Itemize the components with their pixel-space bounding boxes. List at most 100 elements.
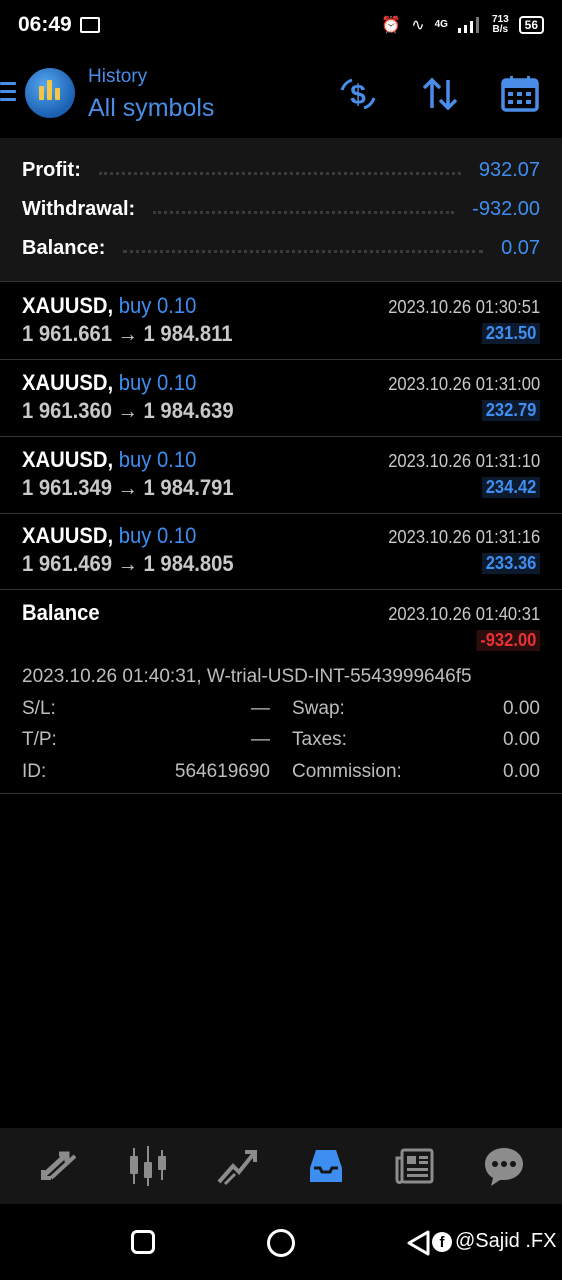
id-value: 564619690	[174, 761, 270, 782]
watermark-text: @Sajid .FX	[455, 1230, 557, 1252]
profit-label: Profit:	[22, 158, 81, 181]
header-title[interactable]: All symbols	[88, 94, 214, 123]
trade-row[interactable]: XAUUSD, buy 0.10 1 961.349 → 1 984.791 2…	[0, 437, 562, 514]
open-price: 1 961.349	[22, 475, 113, 500]
trade-symbol: XAUUSD, buy 0.10	[22, 293, 196, 319]
status-bar: 06:49 ⏰ ∿ 4G 713 B/s 56	[0, 0, 562, 50]
withdrawal-row: Withdrawal: -932.00	[22, 194, 540, 224]
bottom-navigation	[0, 1128, 562, 1204]
trade-row[interactable]: XAUUSD, buy 0.10 1 961.360 → 1 984.639 2…	[0, 360, 562, 437]
svg-text:$: $	[350, 79, 366, 110]
symbol-name: XAUUSD,	[22, 293, 114, 318]
detail-row: S/L: — Swap: 0.00	[22, 698, 540, 724]
balance-amount: -932.00	[476, 630, 540, 651]
detail-row: T/P: — Taxes: 0.00	[22, 729, 540, 755]
facebook-icon: f	[432, 1231, 452, 1252]
balance-value: 0.07	[501, 236, 540, 259]
app-logo[interactable]	[25, 68, 75, 118]
chart-candles-icon	[129, 1146, 166, 1186]
withdrawal-label: Withdrawal:	[22, 197, 136, 220]
open-price: 1 961.469	[22, 551, 113, 576]
detail-row: ID: 564619690 Commission: 0.00	[22, 761, 540, 787]
nav-chart[interactable]	[126, 1144, 170, 1188]
commission-value: 0.00	[503, 761, 540, 782]
dotted-leader	[98, 171, 461, 175]
quotes-arrows-icon	[40, 1151, 76, 1180]
trade-side-volume: buy 0.10	[118, 293, 197, 318]
trade-symbol: XAUUSD, buy 0.10	[22, 447, 196, 473]
swap-value: 0.00	[503, 698, 540, 719]
trade-side-volume: buy 0.10	[118, 523, 197, 548]
trade-prices: 1 961.349 → 1 984.791	[22, 475, 234, 501]
tp-value: —	[251, 729, 270, 750]
taxes-label: Taxes:	[292, 729, 347, 750]
app-header: History All symbols $	[0, 50, 562, 138]
nav-news[interactable]	[393, 1144, 437, 1188]
trade-side-volume: buy 0.10	[118, 370, 197, 395]
balance-label: Balance:	[22, 236, 106, 259]
balance-time: 2023.10.26 01:40:31	[388, 604, 540, 624]
nav-trade[interactable]	[215, 1144, 259, 1188]
recent-apps-button[interactable]	[131, 1230, 155, 1254]
trade-time: 2023.10.26 01:31:10	[388, 451, 540, 471]
trade-profit: 231.50	[481, 323, 540, 344]
sl-value: —	[251, 698, 270, 719]
price-arrow: →	[117, 321, 138, 346]
trade-prices: 1 961.661 → 1 984.811	[22, 321, 232, 347]
status-icons: ⏰ ∿ 4G 713 B/s 56	[381, 15, 544, 35]
sort-icon[interactable]	[418, 72, 462, 116]
watermark: f @Sajid .FX	[432, 1230, 556, 1253]
symbol-name: XAUUSD,	[22, 370, 114, 395]
profit-row: Profit: 932.07	[22, 155, 540, 185]
deposit-currency-icon[interactable]: $	[336, 72, 380, 116]
swap-label: Swap:	[292, 698, 345, 719]
news-icon	[395, 1148, 433, 1184]
commission-label: Commission:	[292, 761, 402, 782]
system-navigation-bar: f @Sajid .FX	[0, 1204, 562, 1280]
trade-time: 2023.10.26 01:30:51	[388, 297, 540, 317]
symbol-name: XAUUSD,	[22, 447, 114, 472]
trade-time: 2023.10.26 01:31:00	[388, 374, 540, 394]
activity-icon: ∿	[411, 17, 425, 34]
trade-row[interactable]: XAUUSD, buy 0.10 1 961.661 → 1 984.811 2…	[0, 283, 562, 360]
nav-quotes[interactable]	[37, 1144, 81, 1188]
close-price: 1 984.639	[143, 398, 234, 423]
back-icon[interactable]	[406, 1230, 430, 1256]
trade-profit: 232.79	[481, 400, 540, 421]
price-arrow: →	[117, 398, 138, 423]
trade-profit: 234.42	[481, 477, 540, 498]
balance-comment: 2023.10.26 01:40:31, W-trial-USD-INT-554…	[22, 666, 472, 687]
trade-side-volume: buy 0.10	[118, 447, 197, 472]
balance-title: Balance	[22, 600, 100, 625]
net-speed-unit: B/s	[492, 24, 509, 35]
menu-icon[interactable]	[0, 82, 16, 102]
trade-symbol: XAUUSD, buy 0.10	[22, 523, 196, 549]
withdrawal-value: -932.00	[472, 197, 540, 220]
dotted-leader	[123, 249, 484, 253]
battery-indicator: 56	[518, 16, 544, 34]
close-price: 1 984.805	[143, 551, 234, 576]
dotted-leader	[153, 210, 455, 214]
nav-messages[interactable]	[482, 1144, 526, 1188]
header-subtitle: History	[88, 66, 148, 87]
net-speed: 713 B/s	[492, 15, 509, 35]
close-price: 1 984.811	[143, 321, 233, 346]
notification-icon	[79, 17, 100, 33]
profit-value: 932.07	[478, 158, 540, 181]
nav-history[interactable]	[304, 1144, 348, 1188]
status-time: 06:49	[18, 13, 72, 36]
trade-line-icon	[216, 1150, 257, 1186]
close-price: 1 984.791	[143, 475, 234, 500]
balance-operation-row[interactable]: Balance 2023.10.26 01:40:31 -932.00 2023…	[0, 590, 562, 794]
trade-prices: 1 961.469 → 1 984.805	[22, 551, 234, 577]
trade-time: 2023.10.26 01:31:16	[388, 527, 540, 547]
calendar-icon[interactable]	[498, 72, 542, 116]
trade-row[interactable]: XAUUSD, buy 0.10 1 961.469 → 1 984.805 2…	[0, 513, 562, 590]
history-inbox-icon	[309, 1150, 342, 1182]
price-arrow: →	[117, 551, 138, 576]
symbol-name: XAUUSD,	[22, 523, 114, 548]
network-type: 4G	[434, 19, 448, 30]
chat-icon	[484, 1148, 523, 1186]
home-button[interactable]	[267, 1229, 295, 1257]
trade-profit: 233.36	[481, 553, 540, 574]
